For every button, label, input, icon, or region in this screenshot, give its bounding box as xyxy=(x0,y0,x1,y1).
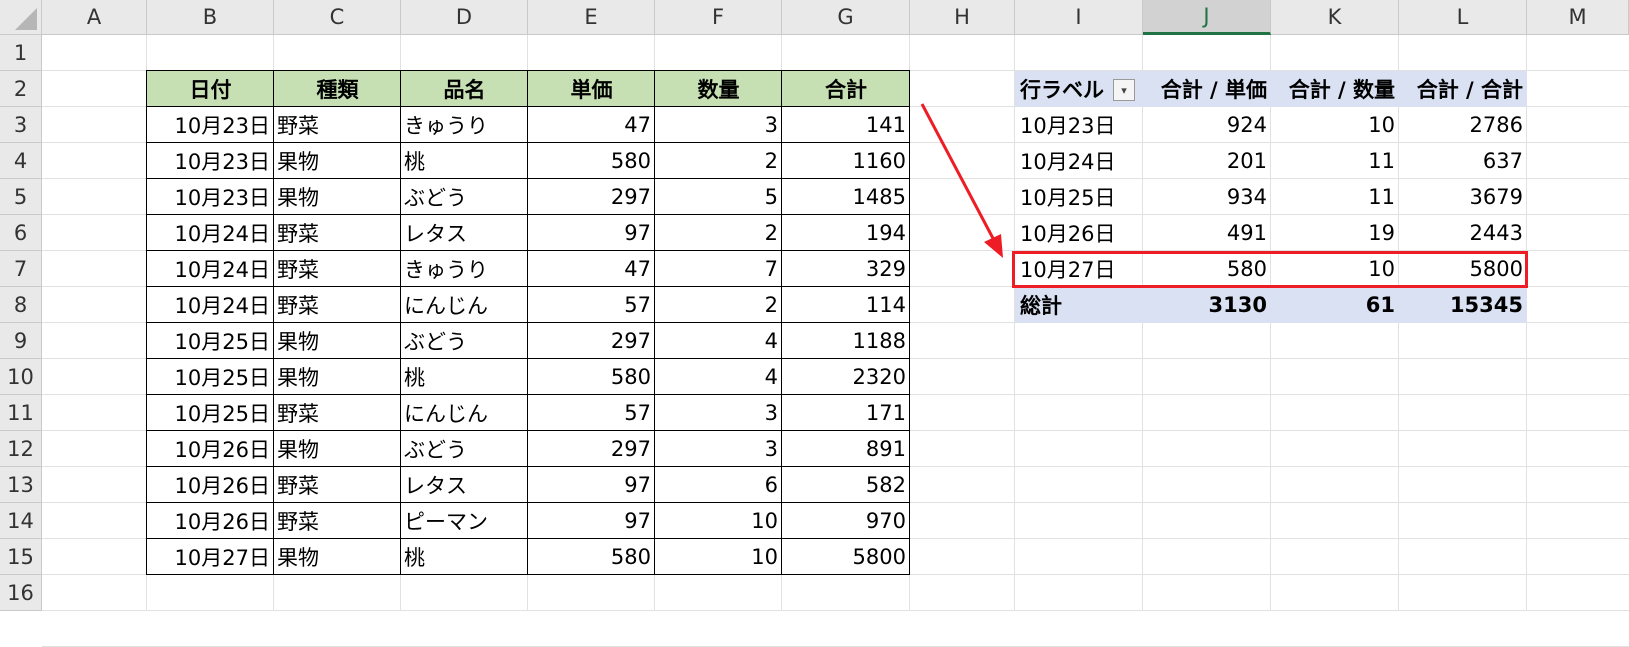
arrow-annotation xyxy=(920,103,1003,258)
